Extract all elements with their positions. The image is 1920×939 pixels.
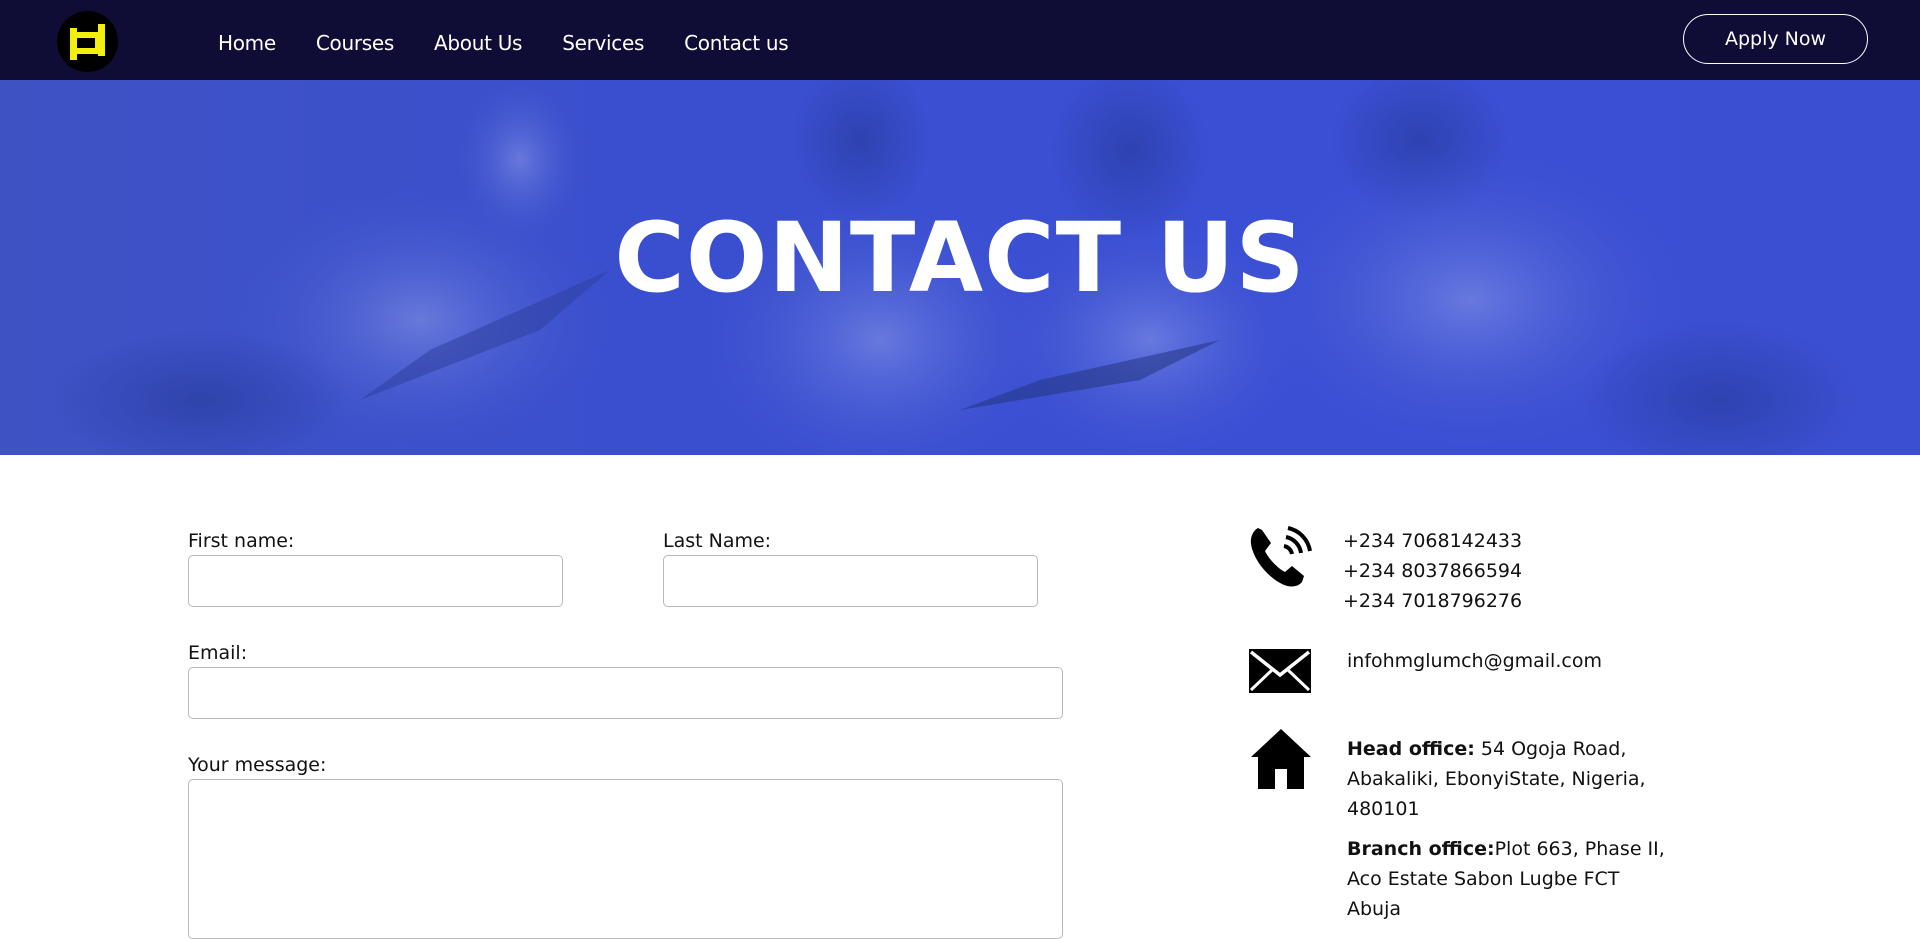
mail-icon: [1249, 649, 1311, 693]
head-office-line: Abakaliki, EbonyiState, Nigeria,: [1347, 768, 1646, 790]
head-office-address: Head office: 54 Ogoja Road, Abakaliki, E…: [1347, 734, 1646, 824]
main-nav: Home Courses About Us Services Contact u…: [218, 0, 828, 80]
phone-number[interactable]: +234 7018796276: [1343, 586, 1522, 616]
phone-icon: [1250, 526, 1312, 587]
page-title: CONTACT US: [614, 201, 1306, 314]
branch-office-line: Abuja: [1347, 898, 1402, 920]
branch-office-line: Plot 663, Phase II,: [1494, 838, 1665, 860]
nav-home[interactable]: Home: [218, 31, 276, 55]
logo-icon[interactable]: [57, 11, 118, 72]
branch-office-label: Branch office:: [1347, 838, 1495, 860]
branch-office-address: Branch office:Plot 663, Phase II, Aco Es…: [1347, 834, 1665, 924]
last-name-field[interactable]: [663, 555, 1038, 607]
nav-about-us[interactable]: About Us: [434, 31, 522, 55]
phone-number[interactable]: +234 8037866594: [1343, 556, 1522, 586]
message-label: Your message:: [188, 754, 327, 776]
nav-courses[interactable]: Courses: [316, 31, 394, 55]
nav-contact-us[interactable]: Contact us: [684, 31, 789, 55]
home-icon: [1251, 729, 1311, 789]
email-address[interactable]: infohmglumch@gmail.com: [1347, 646, 1602, 676]
head-office-label: Head office:: [1347, 738, 1475, 760]
first-name-label: First name:: [188, 530, 295, 552]
email-field[interactable]: [188, 667, 1063, 719]
nav-services[interactable]: Services: [562, 31, 644, 55]
navbar: Home Courses About Us Services Contact u…: [0, 0, 1920, 80]
email-label: Email:: [188, 642, 248, 664]
phone-number[interactable]: +234 7068142433: [1343, 526, 1522, 556]
first-name-field[interactable]: [188, 555, 563, 607]
branch-office-line: Aco Estate Sabon Lugbe FCT: [1347, 868, 1620, 890]
hero-banner: CONTACT US: [0, 80, 1920, 455]
last-name-label: Last Name:: [663, 530, 772, 552]
head-office-line: 480101: [1347, 798, 1420, 820]
message-field[interactable]: [188, 779, 1063, 939]
apply-now-button[interactable]: Apply Now: [1683, 14, 1868, 64]
head-office-line: 54 Ogoja Road,: [1474, 738, 1627, 760]
phone-list: +234 7068142433 +234 8037866594 +234 701…: [1343, 526, 1522, 616]
